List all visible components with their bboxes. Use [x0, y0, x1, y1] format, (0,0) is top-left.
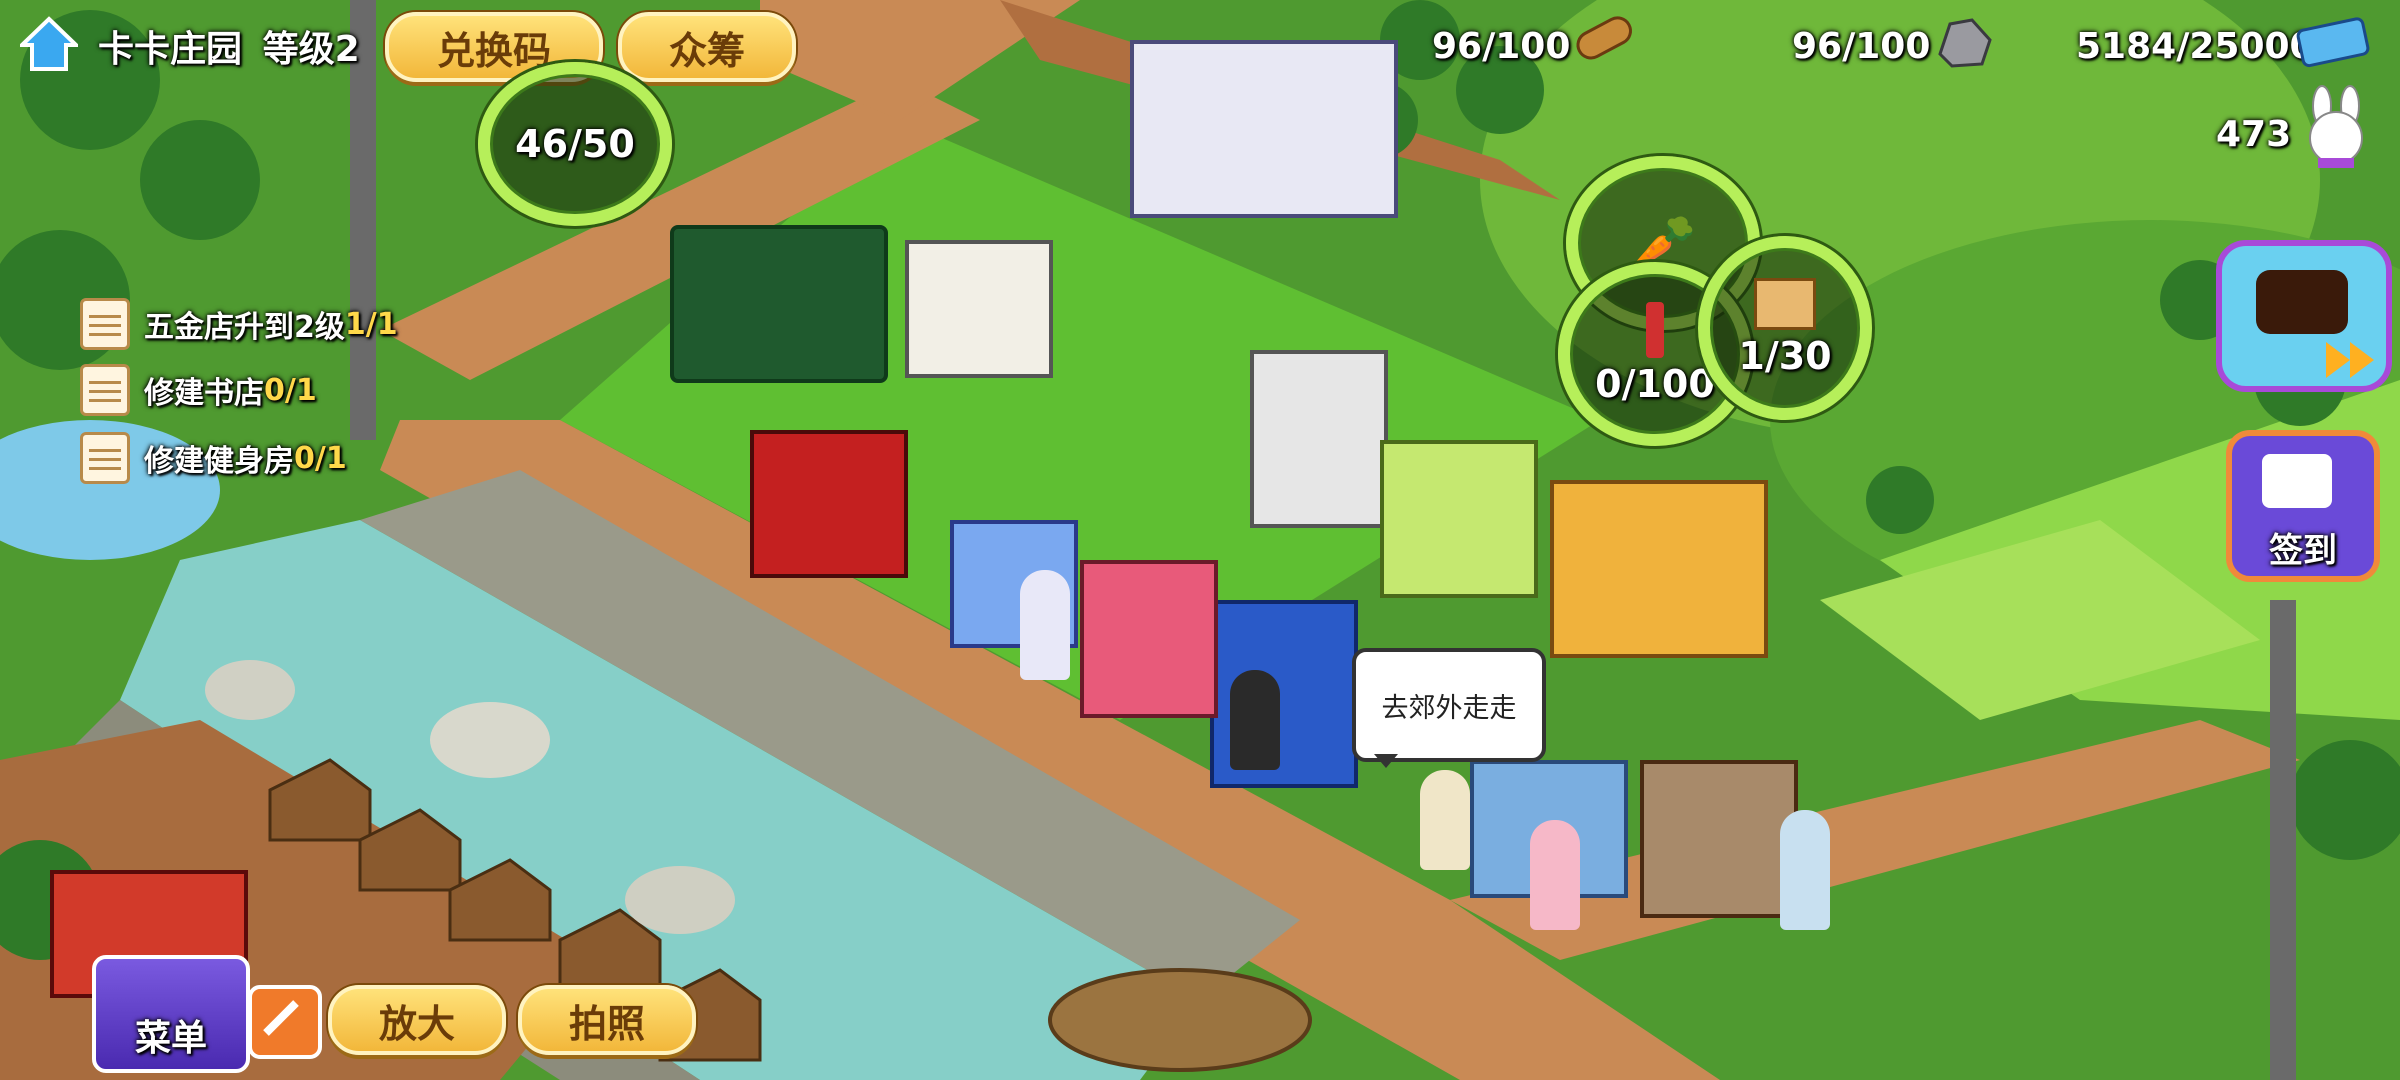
task-progress: 0/1 — [264, 372, 317, 408]
banknote-icon — [2294, 14, 2374, 70]
ticket-count: 473 — [2216, 114, 2292, 155]
cafe-building[interactable] — [670, 225, 888, 383]
zoom-button[interactable]: 放大 — [328, 985, 506, 1055]
photo-button[interactable]: 拍照 — [518, 985, 696, 1055]
tv-video-icon[interactable] — [2216, 240, 2392, 392]
notebook-icon — [80, 298, 130, 350]
level-label: 等级2 — [262, 29, 360, 70]
notebook-icon — [80, 364, 130, 416]
task-title: 五金店升到2级 — [144, 310, 345, 345]
task-item[interactable]: 修建健身房 0/1 — [80, 430, 347, 486]
farm-name: 卡卡庄园 — [98, 29, 243, 70]
energy-ring[interactable]: 46/50 — [478, 62, 672, 226]
box-progress: 1/30 — [1738, 334, 1832, 378]
box-icon — [1753, 278, 1816, 330]
task-title: 修建书店 — [144, 376, 264, 411]
checkin-label: 签到 — [2269, 531, 2337, 571]
edit-build-icon[interactable] — [248, 985, 322, 1059]
wood-count: 96/100 — [1432, 26, 1571, 67]
bunny-icon — [2296, 84, 2376, 174]
task-item[interactable]: 五金店升到2级 1/1 — [80, 296, 398, 352]
task-title: 修建健身房 — [144, 444, 294, 479]
shovel-icon — [1645, 302, 1664, 358]
menu-button[interactable]: 菜单 — [92, 955, 250, 1073]
speech-text: 去郊外走走 — [1381, 692, 1517, 724]
task-progress: 0/1 — [294, 440, 347, 476]
pink-shop-building[interactable] — [1080, 560, 1218, 718]
notebook-icon — [80, 432, 130, 484]
home-icon[interactable] — [17, 15, 81, 73]
wood-icon — [1570, 10, 1642, 66]
checkin-button[interactable]: 签到 — [2226, 430, 2380, 582]
bank-building[interactable] — [905, 240, 1053, 378]
stone-count: 96/100 — [1792, 26, 1931, 67]
speech-bubble: 去郊外走走 — [1352, 648, 1546, 768]
energy-value: 46/50 — [515, 122, 635, 166]
coin-count: 5184/25000 — [2076, 26, 2315, 67]
calendar-icon — [2262, 454, 2332, 508]
car-shop-building[interactable] — [1130, 40, 1398, 218]
stone-icon — [1932, 14, 1996, 70]
task-progress: 1/1 — [344, 306, 398, 342]
npc-character[interactable] — [1530, 820, 1580, 930]
player-character[interactable] — [1230, 670, 1280, 770]
small-house-building[interactable] — [1640, 760, 1798, 918]
hardware-store-building[interactable] — [1550, 480, 1768, 658]
crowdfund-button[interactable]: 众筹 — [618, 12, 796, 82]
npc-character[interactable] — [1420, 770, 1470, 870]
box-production-ring[interactable]: 1/30 — [1698, 236, 1872, 420]
tool-progress: 0/100 — [1595, 362, 1715, 406]
art-building[interactable] — [1380, 440, 1538, 598]
npc-character[interactable] — [1780, 810, 1830, 930]
netcafe-building[interactable] — [1250, 350, 1388, 528]
npc-character[interactable] — [1020, 570, 1070, 680]
menu-label: 菜单 — [134, 1018, 207, 1059]
cinema-building[interactable] — [750, 430, 908, 578]
task-item[interactable]: 修建书店 0/1 — [80, 362, 317, 418]
